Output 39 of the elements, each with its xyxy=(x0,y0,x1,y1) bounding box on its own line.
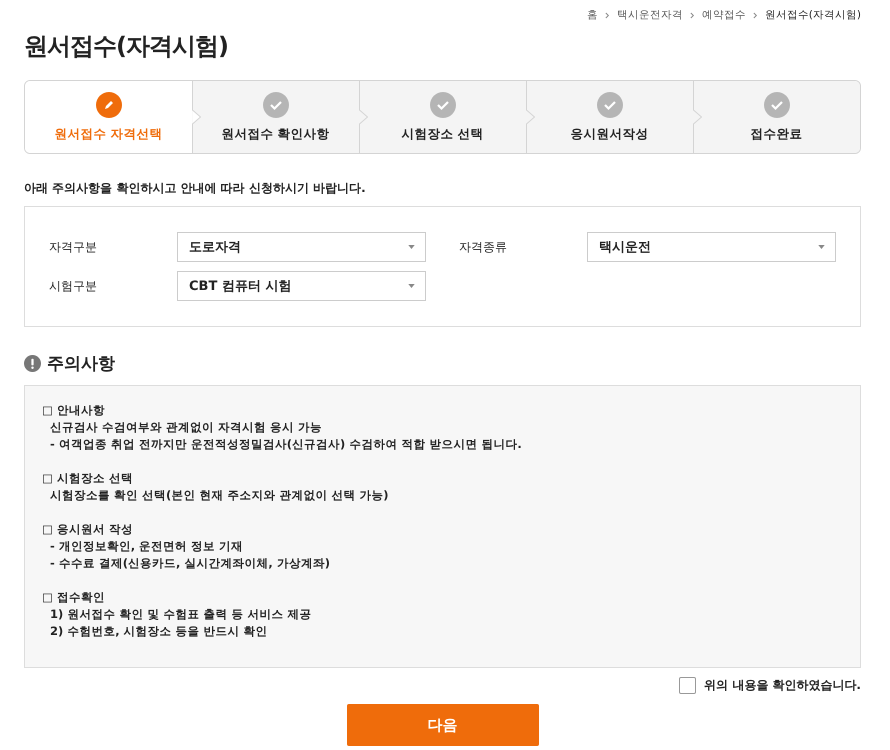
checkbox-label: 위의 내용을 확인하였습니다. xyxy=(704,677,861,694)
chevron-icon xyxy=(690,12,695,18)
section-title: 주의사항 xyxy=(47,353,115,375)
exclamation-icon xyxy=(24,355,41,372)
breadcrumb-link[interactable]: 원서접수(자격시험) xyxy=(764,8,861,22)
field-label: 시험구분 xyxy=(49,278,98,294)
check-icon xyxy=(764,92,790,118)
chevron-icon xyxy=(604,12,610,18)
checkbox[interactable] xyxy=(679,677,696,694)
step-tab[interactable]: 접수완료 xyxy=(693,81,860,153)
notice-text: - 여객업종 취업 전까지만 운전적성정밀검사(신규검사) 수검하여 적합 받으시면 됩니다. xyxy=(49,436,523,453)
instruction-text: 아래 주의사항을 확인하시고 안내에 따라 신청하시기 바랍니다. xyxy=(24,180,367,197)
notice-heading: □ 시험장소 선택 xyxy=(42,470,134,487)
select-field[interactable]: 도로자격 xyxy=(177,232,426,262)
dropdown-caret-icon xyxy=(408,245,415,249)
breadcrumb-link[interactable]: 택시운전자격 xyxy=(616,8,683,22)
notice-text: 2) 수험번호, 시험장소 등을 반드시 확인 xyxy=(49,623,269,640)
notice-heading: □ 안내사항 xyxy=(42,402,106,419)
field-label: 자격구분 xyxy=(49,238,98,256)
notice-text: - 개인정보확인, 운전면허 정보 기재 xyxy=(49,538,244,555)
notice-heading: □ 응시원서 작성 xyxy=(42,521,134,538)
notice-text: 신규검사 수검여부와 관계없이 자격시험 응시 가능 xyxy=(49,419,324,436)
pencil-icon xyxy=(96,92,122,118)
check-icon xyxy=(430,92,456,118)
notice-text: - 수수료 결제(신용카드, 실시간계좌이체, 가상계좌) xyxy=(49,555,332,572)
page-title: 원서접수(자격시험) xyxy=(24,31,229,62)
check-icon xyxy=(262,92,288,118)
notice-text: 시험장소를 확인 선택(본인 현재 주소지와 관계없이 선택 가능) xyxy=(49,487,390,504)
dropdown-caret-icon xyxy=(818,245,825,249)
breadcrumb-link[interactable]: 예약접수 xyxy=(702,8,746,22)
field-label: 자격종류 xyxy=(459,238,508,256)
select-field[interactable]: CBT 컴퓨터 시험 xyxy=(177,271,426,301)
breadcrumb-link[interactable]: 홈 xyxy=(586,8,598,22)
select-field[interactable]: 택시운전 xyxy=(587,232,836,262)
check-icon xyxy=(596,92,622,118)
notice-text: 1) 원서접수 확인 및 수험표 출력 등 서비스 제공 xyxy=(49,606,312,623)
dropdown-caret-icon xyxy=(408,284,415,288)
chevron-icon xyxy=(752,12,758,18)
notice-heading: □ 접수확인 xyxy=(42,589,106,606)
